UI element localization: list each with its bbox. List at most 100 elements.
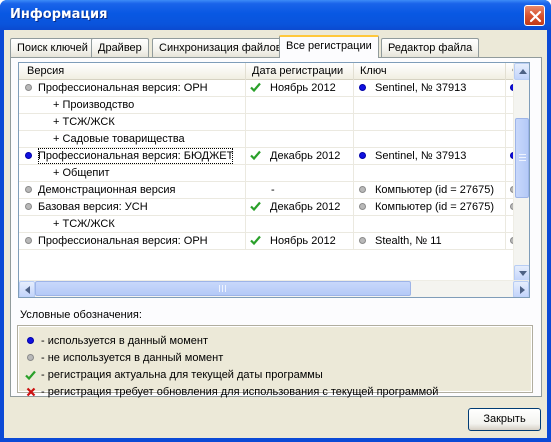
version-text: + ТСЖ/ЖСК (53, 218, 115, 230)
cell-version: + ТСЖ/ЖСК (19, 114, 246, 130)
table-row[interactable]: Профессиональная версия: ОРН Ноябрь 2012 S… (19, 233, 517, 250)
cell-version: + ТСЖ/ЖСК (19, 216, 246, 232)
tab-driver[interactable]: Драйвер (91, 38, 149, 57)
table-row[interactable]: + Производство (19, 97, 515, 114)
key-text: Компьютер (id = 27675) (375, 201, 495, 213)
key-text: Компьютер (id = 27675) (375, 184, 495, 196)
table-row[interactable]: + ТСЖ/ЖСК (19, 114, 515, 131)
tab-file-editor[interactable]: Редактор файла (381, 38, 480, 57)
dialog-client-area: Поиск ключей Драйвер Синхронизация файло… (4, 30, 547, 438)
gray-dot-icon (25, 350, 37, 366)
scroll-right-button[interactable] (513, 281, 529, 297)
tab-all-registrations[interactable]: Все регистрации (279, 35, 379, 58)
cell-key: Stealth, № 11 (354, 233, 506, 249)
date-text: Ноябрь 2012 (270, 235, 336, 247)
cell-key: Sentinel, № 37913 (354, 80, 506, 96)
legend-text-active: - используется в данный момент (41, 335, 208, 347)
table-row[interactable]: Профессиональная версия: БЮДЖЕТ Декабрь 2… (19, 148, 517, 165)
cell-key (354, 216, 506, 232)
close-button[interactable]: Закрыть (468, 408, 541, 431)
cell-date (246, 165, 354, 181)
gray-dot-icon (25, 186, 32, 193)
date-text: Декабрь 2012 (270, 201, 341, 213)
cell-date (246, 131, 354, 147)
date-text: Декабрь 2012 (270, 150, 341, 162)
arrow-right-icon (520, 286, 525, 294)
table-row[interactable]: + Садовые товарищества (19, 131, 515, 148)
blue-dot-icon (25, 333, 37, 349)
table-row[interactable]: Демонстрационная версия - Компьютер (id = … (19, 182, 517, 199)
arrow-up-icon (519, 69, 527, 74)
legend-text-inactive: - не используется в данный момент (41, 352, 224, 364)
cell-date: Ноябрь 2012 (246, 80, 354, 96)
scroll-up-button[interactable] (514, 63, 529, 80)
green-check-icon (250, 235, 261, 249)
green-check-icon (250, 82, 261, 96)
cell-version: Профессиональная версия: ОРН (19, 80, 246, 96)
gray-dot-icon (25, 84, 32, 91)
date-text: - (271, 184, 275, 196)
legend-text-actual: - регистрация актуальна для текущей даты… (41, 369, 323, 381)
cell-key: Компьютер (id = 27675) (354, 199, 506, 215)
legend-title: Условные обозначения: (20, 309, 142, 321)
version-text: + Общепит (53, 167, 110, 179)
cell-version: Профессиональная версия: БЮДЖЕТ (19, 148, 246, 164)
cell-date: Декабрь 2012 (246, 148, 354, 164)
gray-dot-icon (359, 186, 366, 193)
blue-dot-icon (25, 152, 32, 159)
title-bar[interactable]: Информация (0, 0, 551, 30)
cell-date: - (246, 182, 354, 198)
tab-panel-all-registrations: Версия Дата регистрации Ключ Фа Професси… (10, 57, 542, 398)
cell-key: Sentinel, № 37913 (354, 148, 506, 164)
gray-dot-icon (25, 237, 32, 244)
cell-key: Компьютер (id = 27675) (354, 182, 506, 198)
vertical-scrollbar[interactable] (513, 63, 529, 282)
green-check-icon (250, 201, 261, 215)
cell-version: Профессиональная версия: ОРН (19, 233, 246, 249)
vertical-scroll-thumb[interactable] (515, 118, 529, 198)
cell-version: Демонстрационная версия (19, 182, 246, 198)
cell-version: + Общепит (19, 165, 246, 181)
grid-rows: Профессиональная версия: ОРН Ноябрь 2012 S… (19, 80, 517, 250)
cell-version: + Производство (19, 97, 246, 113)
table-row[interactable]: Профессиональная версия: ОРН Ноябрь 2012 S… (19, 80, 517, 97)
key-text: Sentinel, № 37913 (375, 82, 467, 94)
cell-date (246, 216, 354, 232)
table-row[interactable]: + Общепит (19, 165, 515, 182)
cell-key (354, 114, 506, 130)
arrow-down-icon (519, 271, 527, 276)
gray-dot-icon (359, 203, 366, 210)
cell-key (354, 97, 506, 113)
window-title: Информация (10, 7, 108, 22)
horizontal-scroll-thumb[interactable] (35, 281, 411, 296)
registrations-grid: Версия Дата регистрации Ключ Фа Професси… (18, 62, 530, 298)
gray-dot-icon (25, 203, 32, 210)
cell-key (354, 131, 506, 147)
legend-text-update: - регистрация требует обновления для исп… (41, 386, 439, 398)
key-text: Sentinel, № 37913 (375, 150, 467, 162)
column-header-version[interactable]: Версия (19, 63, 246, 80)
cell-date (246, 114, 354, 130)
green-check-icon (250, 150, 261, 164)
table-row[interactable]: Базовая версия: УСН Декабрь 2012 Компьютер… (19, 199, 517, 216)
cell-key (354, 165, 506, 181)
version-text: Профессиональная версия: БЮДЖЕТ (38, 148, 234, 164)
horizontal-scrollbar[interactable] (19, 280, 529, 297)
legend-box: - используется в данный момент - не испо… (17, 325, 533, 398)
tab-file-sync[interactable]: Синхронизация файлов (152, 38, 289, 57)
cell-version: Базовая версия: УСН (19, 199, 246, 215)
tab-key-search[interactable]: Поиск ключей (10, 38, 95, 57)
version-text: + Садовые товарищества (53, 133, 185, 145)
column-header-key[interactable]: Ключ (354, 63, 506, 80)
close-window-button[interactable] (524, 5, 545, 26)
version-text: Базовая версия: УСН (38, 201, 148, 213)
version-text: + ТСЖ/ЖСК (53, 116, 115, 128)
blue-dot-icon (359, 152, 366, 159)
cell-date: Декабрь 2012 (246, 199, 354, 215)
cell-version: + Садовые товарищества (19, 131, 246, 147)
close-icon (529, 10, 542, 23)
version-text: Профессиональная версия: ОРН (38, 82, 208, 94)
column-header-date[interactable]: Дата регистрации (246, 63, 354, 80)
scroll-left-button[interactable] (19, 281, 35, 297)
table-row[interactable]: + ТСЖ/ЖСК (19, 216, 515, 233)
